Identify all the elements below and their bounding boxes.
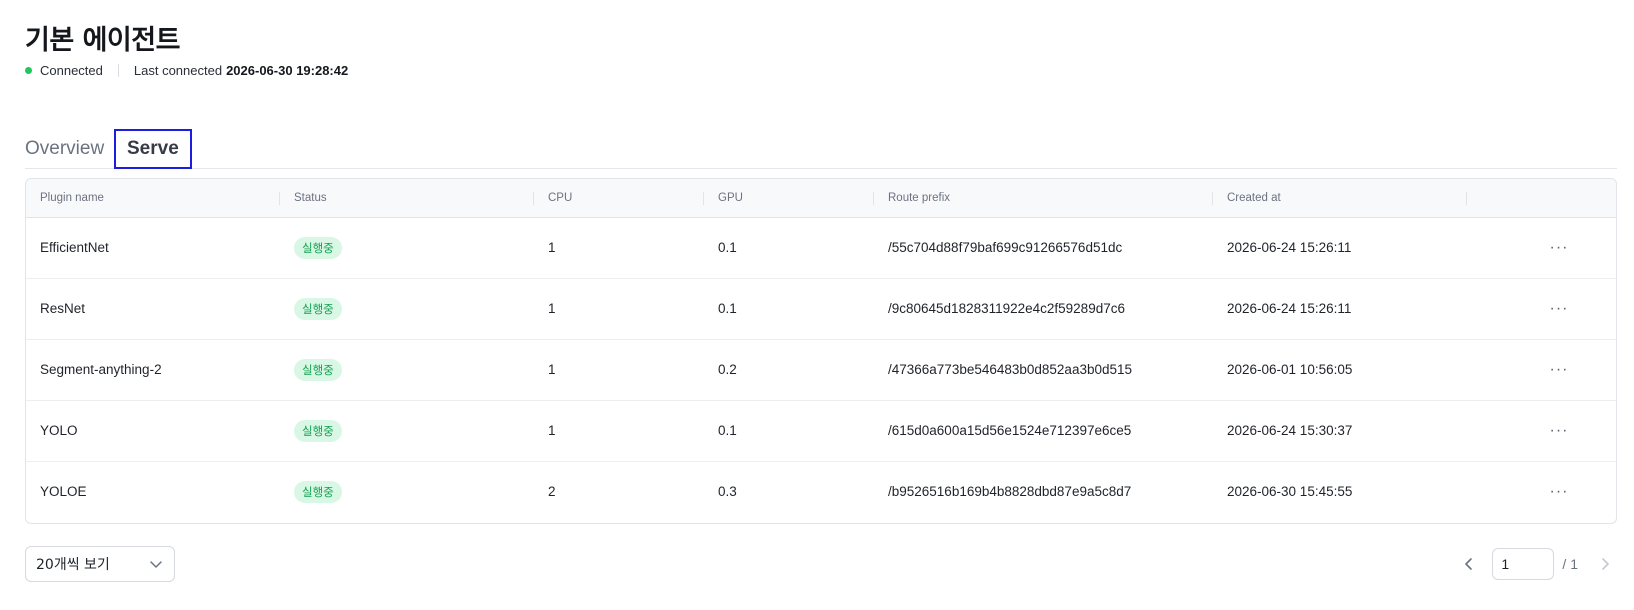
more-horizontal-icon[interactable]: ··· (1546, 462, 1572, 522)
cpu-cell: 1 (548, 423, 556, 438)
tab-serve[interactable]: Serve (114, 129, 192, 169)
cpu-cell: 1 (548, 240, 556, 255)
connected-status-dot-icon (25, 67, 32, 74)
table-row[interactable]: YOLOE 실행중 2 0.3 /b9526516b169b4b8828dbd8… (26, 462, 1616, 522)
column-header-plugin-name: Plugin name (40, 192, 104, 204)
more-horizontal-icon[interactable]: ··· (1546, 340, 1572, 400)
status-badge: 실행중 (294, 237, 342, 260)
status-cell: 실행중 (294, 279, 342, 339)
plugin-table: Plugin name Status CPU GPU Route prefix … (25, 178, 1617, 524)
plugin-name-cell: YOLO (40, 423, 78, 438)
tab-bar: Overview Serve (25, 129, 1617, 169)
table-body: EfficientNet 실행중 1 0.1 /55c704d88f79baf6… (26, 218, 1616, 522)
column-header-cpu: CPU (548, 192, 573, 204)
more-horizontal-icon[interactable]: ··· (1546, 279, 1572, 339)
plugin-name-cell: YOLOE (40, 484, 87, 499)
created-at-cell: 2026-06-01 10:56:05 (1227, 362, 1353, 377)
table-row[interactable]: ResNet 실행중 1 0.1 /9c80645d1828311922e4c2… (26, 279, 1616, 340)
connection-status: Connected Last connected 2026-06-30 19:2… (25, 63, 348, 78)
gpu-cell: 0.1 (718, 423, 737, 438)
gpu-cell: 0.3 (718, 484, 737, 499)
page-number-input[interactable] (1492, 548, 1555, 580)
created-at-cell: 2026-06-24 15:26:11 (1227, 240, 1352, 255)
last-connected-label: Last connected (133, 63, 223, 78)
cpu-cell: 1 (548, 301, 556, 316)
more-horizontal-icon[interactable]: ··· (1546, 218, 1572, 278)
page-size-select[interactable]: 20개씩 보기 (25, 546, 175, 582)
page-title: 기본 에이전트 (25, 25, 180, 56)
created-at-cell: 2026-06-24 15:26:11 (1227, 301, 1352, 316)
cpu-cell: 2 (548, 484, 556, 499)
route-prefix-cell: /b9526516b169b4b8828dbd87e9a5c8d7 (888, 484, 1132, 499)
column-header-gpu: GPU (718, 192, 743, 204)
status-cell: 실행중 (294, 340, 342, 400)
column-divider (873, 192, 874, 205)
status-cell: 실행중 (294, 218, 342, 278)
status-badge: 실행중 (294, 359, 342, 382)
route-prefix-cell: /55c704d88f79baf699c91266576d51dc (888, 240, 1123, 255)
column-divider (1212, 192, 1213, 205)
column-divider (703, 192, 704, 205)
column-divider (533, 192, 534, 205)
connection-status-text: Connected (40, 63, 103, 78)
column-divider (279, 192, 280, 205)
status-cell: 실행중 (294, 401, 342, 461)
tab-overview[interactable]: Overview (25, 130, 104, 168)
divider (117, 64, 119, 77)
total-pages: / 1 (1562, 556, 1578, 572)
table-row[interactable]: EfficientNet 실행중 1 0.1 /55c704d88f79baf6… (26, 218, 1616, 279)
column-divider (1466, 192, 1467, 205)
status-badge: 실행중 (294, 298, 342, 321)
last-connected-time: 2026-06-30 19:28:42 (226, 63, 349, 78)
plugin-name-cell: ResNet (40, 301, 86, 316)
table-row[interactable]: YOLO 실행중 1 0.1 /615d0a600a15d56e1524e712… (26, 401, 1616, 462)
status-cell: 실행중 (294, 462, 342, 522)
pagination: / 1 (1460, 546, 1614, 582)
route-prefix-cell: /47366a773be546483b0d852aa3b0d515 (888, 362, 1133, 377)
column-header-status: Status (294, 192, 327, 204)
chevron-down-icon (150, 561, 162, 568)
column-header-created-at: Created at (1227, 192, 1281, 204)
table-row[interactable]: Segment-anything-2 실행중 1 0.2 /47366a773b… (26, 340, 1616, 401)
route-prefix-cell: /615d0a600a15d56e1524e712397e6ce5 (888, 423, 1132, 438)
status-badge: 실행중 (294, 420, 342, 443)
page-size-label: 20개씩 보기 (36, 557, 110, 573)
more-horizontal-icon[interactable]: ··· (1546, 401, 1572, 461)
created-at-cell: 2026-06-30 15:45:55 (1227, 484, 1353, 499)
route-prefix-cell: /9c80645d1828311922e4c2f59289d7c6 (888, 301, 1125, 316)
cpu-cell: 1 (548, 362, 556, 377)
gpu-cell: 0.2 (718, 362, 737, 377)
gpu-cell: 0.1 (718, 240, 737, 255)
created-at-cell: 2026-06-24 15:30:37 (1227, 423, 1353, 438)
gpu-cell: 0.1 (718, 301, 737, 316)
status-badge: 실행중 (294, 481, 342, 504)
plugin-name-cell: Segment-anything-2 (40, 362, 162, 377)
chevron-right-icon[interactable] (1596, 555, 1614, 573)
column-header-route-prefix: Route prefix (888, 192, 951, 204)
chevron-left-icon[interactable] (1460, 555, 1478, 573)
plugin-name-cell: EfficientNet (40, 240, 109, 255)
table-header: Plugin name Status CPU GPU Route prefix … (26, 179, 1616, 218)
